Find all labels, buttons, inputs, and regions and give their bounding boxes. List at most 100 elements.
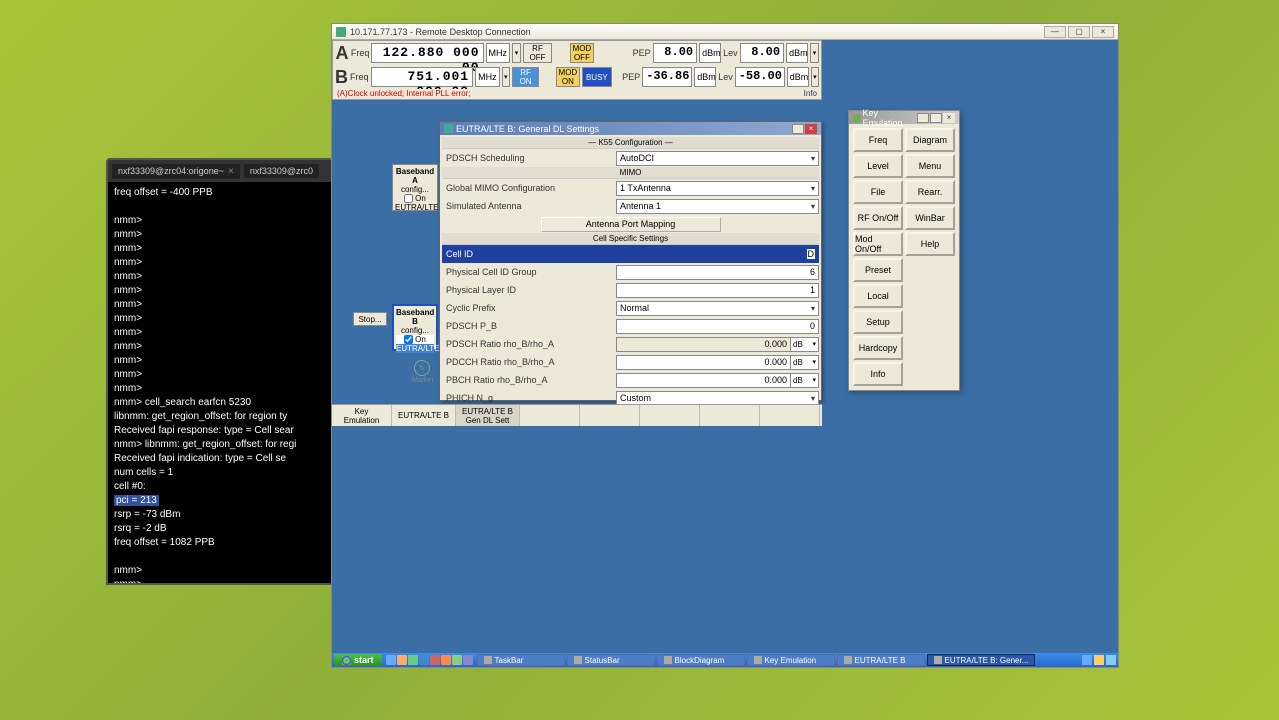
key-winbar[interactable]: WinBar [905, 206, 955, 230]
quick-icon[interactable] [397, 655, 407, 665]
tab-empty[interactable] [580, 405, 640, 426]
sim-antenna-dropdown[interactable]: Antenna 1 [616, 199, 819, 214]
task-blockdiagram[interactable]: BlockDiagram [657, 654, 745, 666]
key-info[interactable]: Info [853, 362, 903, 386]
lev-a-value[interactable]: 8.00 [740, 43, 784, 63]
marker-icon[interactable]: ↻ [414, 360, 430, 376]
tab-empty[interactable] [700, 405, 760, 426]
mod-off-button[interactable]: MOD OFF [570, 43, 594, 63]
freq-a-spinner[interactable]: ▾ [512, 43, 521, 63]
pdsch-ratio-unit[interactable]: dB [791, 337, 819, 352]
key-panel-maximize[interactable]: ▢ [930, 113, 942, 123]
key-panel-close[interactable]: × [943, 113, 955, 123]
terminal-output[interactable]: freq offset = -400 PPB nmm> nmm> nmm> nm… [108, 182, 331, 583]
freq-b-unit[interactable]: MHz [475, 67, 500, 87]
minimize-button[interactable]: — [1044, 26, 1066, 38]
key-rf-onoff[interactable]: RF On/Off [853, 206, 903, 230]
tab-gen-dl[interactable]: EUTRA/LTE B Gen DL Sett [456, 405, 520, 426]
key-diagram[interactable]: Diagram [905, 128, 955, 152]
phys-cell-id-input[interactable]: 6 [616, 265, 819, 280]
config-link[interactable]: config... [395, 185, 435, 194]
key-local[interactable]: Local [853, 284, 903, 308]
quick-icon[interactable] [452, 655, 462, 665]
pep-b-value[interactable]: -36.86 [642, 67, 692, 87]
task-eutra-b-gen[interactable]: EUTRA/LTE B: Gener... [927, 654, 1036, 666]
lev-a-spinner[interactable]: ▾ [810, 43, 819, 63]
key-setup[interactable]: Setup [853, 310, 903, 334]
cell-id-input[interactable]: D [616, 247, 819, 262]
tray-icon[interactable] [1094, 655, 1104, 665]
tray-icon[interactable] [1082, 655, 1092, 665]
terminal-tab-2[interactable]: nxf33309@zrc0 [244, 164, 319, 178]
mod-on-button[interactable]: MOD ON [556, 67, 580, 87]
quick-icon[interactable] [419, 655, 429, 665]
pdcch-ratio-unit[interactable]: dB [791, 355, 819, 370]
pbch-ratio-value[interactable]: 0.000 [616, 373, 791, 388]
start-button[interactable]: start [334, 654, 382, 666]
freq-b-input[interactable]: 751.001 000 00 [371, 67, 474, 87]
dialog-close-button[interactable]: × [805, 124, 817, 134]
quick-icon[interactable] [430, 655, 440, 665]
key-menu[interactable]: Menu [905, 154, 955, 178]
tab-empty[interactable] [640, 405, 700, 426]
key-hardcopy[interactable]: Hardcopy [853, 336, 903, 360]
baseband-b-block[interactable]: Baseband B config... On EUTRA/LTE [392, 304, 438, 351]
key-level[interactable]: Level [853, 154, 903, 178]
config-link[interactable]: config... [396, 326, 434, 335]
pdcch-ratio-value[interactable]: 0.000 [616, 355, 791, 370]
freq-b-spinner[interactable]: ▾ [502, 67, 510, 87]
rf-off-button[interactable]: RF OFF [523, 43, 552, 63]
antenna-port-mapping-button[interactable]: Antenna Port Mapping [541, 217, 721, 232]
rf-on-button[interactable]: RF ON [512, 67, 539, 87]
quick-icon[interactable] [441, 655, 451, 665]
rdp-titlebar[interactable]: 10.171.77.173 - Remote Desktop Connectio… [332, 24, 1118, 40]
key-preset[interactable]: Preset [853, 258, 903, 282]
task-statusbar[interactable]: StatusBar [567, 654, 655, 666]
baseband-b-on-checkbox[interactable] [404, 335, 413, 344]
close-button[interactable]: × [1092, 26, 1114, 38]
quick-icon[interactable] [463, 655, 473, 665]
terminal-tab-1[interactable]: nxf33309@zrc04:origone~ × [112, 164, 240, 179]
mimo-config-dropdown[interactable]: 1 TxAntenna [616, 181, 819, 196]
cell-id-row[interactable]: Cell ID D [442, 245, 819, 263]
task-icon [664, 656, 672, 664]
tab-key-emulation[interactable]: Key Emulation [332, 405, 392, 426]
tab-empty[interactable] [520, 405, 580, 426]
lev-b-value[interactable]: -58.00 [735, 67, 785, 87]
rdp-title: 10.171.77.173 - Remote Desktop Connectio… [350, 27, 531, 37]
quick-icon[interactable] [408, 655, 418, 665]
close-icon[interactable]: × [228, 166, 234, 177]
key-panel-titlebar[interactable]: Key Emulation _ ▢ × [849, 111, 959, 124]
baseband-a-on-checkbox[interactable] [404, 194, 413, 203]
key-help[interactable]: Help [905, 232, 955, 256]
key-panel-minimize[interactable]: _ [917, 113, 929, 123]
dialog-titlebar[interactable]: EUTRA/LTE B: General DL Settings _ × [440, 122, 821, 135]
stop-button[interactable]: Stop... [353, 312, 387, 326]
cyclic-prefix-dropdown[interactable]: Normal [616, 301, 819, 316]
freq-a-unit[interactable]: MHz [486, 43, 511, 63]
quick-icon[interactable] [386, 655, 396, 665]
dialog-minimize-button[interactable]: _ [792, 124, 804, 134]
pdsch-scheduling-dropdown[interactable]: AutoDCI [616, 151, 819, 166]
key-file[interactable]: File [853, 180, 903, 204]
pep-a-value[interactable]: 8.00 [653, 43, 697, 63]
tab-empty[interactable] [760, 405, 820, 426]
key-rearr[interactable]: Rearr. [905, 180, 955, 204]
tray-icon[interactable] [1106, 655, 1116, 665]
key-freq[interactable]: Freq [853, 128, 903, 152]
task-key-emulation[interactable]: Key Emulation [747, 654, 835, 666]
system-tray [1082, 655, 1116, 665]
task-taskbar[interactable]: TaskBar [477, 654, 565, 666]
lev-b-spinner[interactable]: ▾ [811, 67, 819, 87]
maximize-button[interactable]: ▢ [1068, 26, 1090, 38]
key-mod-onoff[interactable]: Mod On/Off [853, 232, 903, 256]
pbch-ratio-unit[interactable]: dB [791, 373, 819, 388]
info-button[interactable]: Info [804, 89, 817, 99]
pdsch-pb-input[interactable]: 0 [616, 319, 819, 334]
baseband-a-block[interactable]: Baseband A config... On EUTRA/LTE [392, 164, 438, 211]
tab-eutra-b[interactable]: EUTRA/LTE B [392, 405, 456, 426]
phys-cell-id-label: Physical Cell ID Group [442, 267, 614, 277]
task-eutra-b[interactable]: EUTRA/LTE B [837, 654, 925, 666]
phys-layer-id-input[interactable]: 1 [616, 283, 819, 298]
freq-a-input[interactable]: 122.880 000 00 [371, 43, 483, 63]
